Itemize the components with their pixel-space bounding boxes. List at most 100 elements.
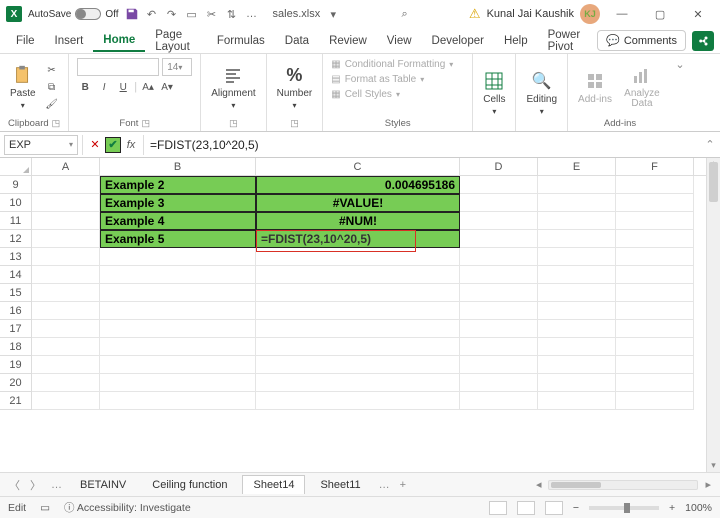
filename-chevron-icon[interactable]: ▾ bbox=[326, 7, 340, 21]
cell-E15[interactable] bbox=[538, 284, 616, 302]
tab-formulas[interactable]: Formulas bbox=[207, 31, 275, 51]
cell-D9[interactable] bbox=[460, 176, 538, 194]
cell-A12[interactable] bbox=[32, 230, 100, 248]
font-launcher-icon[interactable]: ◳ bbox=[141, 118, 150, 129]
cell-A17[interactable] bbox=[32, 320, 100, 338]
cell-B13[interactable] bbox=[100, 248, 256, 266]
zoom-in-button[interactable]: + bbox=[669, 502, 675, 514]
touch-icon[interactable]: ▭ bbox=[185, 7, 199, 21]
row-header-11[interactable]: 11 bbox=[0, 212, 32, 230]
tab-view[interactable]: View bbox=[377, 31, 422, 51]
italic-button[interactable]: I bbox=[96, 80, 112, 94]
cell-B12[interactable]: Example 5 bbox=[100, 230, 256, 248]
share-button[interactable] bbox=[692, 31, 714, 51]
cell-A10[interactable] bbox=[32, 194, 100, 212]
row-header-12[interactable]: 12 bbox=[0, 230, 32, 248]
cell-F20[interactable] bbox=[616, 374, 694, 392]
tab-insert[interactable]: Insert bbox=[45, 31, 94, 51]
cell-F12[interactable] bbox=[616, 230, 694, 248]
save-icon[interactable] bbox=[125, 7, 139, 21]
conditional-formatting-button[interactable]: ▦Conditional Formatting▾ bbox=[331, 58, 453, 71]
sheet-nav-prev[interactable]: 〈 bbox=[6, 477, 23, 493]
font-size-combo[interactable]: 14 ▾ bbox=[162, 58, 192, 76]
comments-button[interactable]: 💬 Comments bbox=[597, 30, 686, 51]
cell-A15[interactable] bbox=[32, 284, 100, 302]
col-header-C[interactable]: C bbox=[256, 158, 460, 175]
cell-F11[interactable] bbox=[616, 212, 694, 230]
cell-A18[interactable] bbox=[32, 338, 100, 356]
cell-B17[interactable] bbox=[100, 320, 256, 338]
row-header-13[interactable]: 13 bbox=[0, 248, 32, 266]
cell-D19[interactable] bbox=[460, 356, 538, 374]
cell-F10[interactable] bbox=[616, 194, 694, 212]
col-header-A[interactable]: A bbox=[32, 158, 100, 175]
alignment-button[interactable]: Alignment ▾ bbox=[209, 62, 257, 112]
underline-button[interactable]: U bbox=[115, 80, 131, 94]
cell-D16[interactable] bbox=[460, 302, 538, 320]
hscroll-thumb[interactable] bbox=[551, 482, 601, 488]
cell-C21[interactable] bbox=[256, 392, 460, 410]
number-launcher-icon[interactable]: ◳ bbox=[290, 118, 299, 129]
tab-file[interactable]: File bbox=[6, 31, 45, 51]
cell-A19[interactable] bbox=[32, 356, 100, 374]
cell-B9[interactable]: Example 2 bbox=[100, 176, 256, 194]
cell-F18[interactable] bbox=[616, 338, 694, 356]
cell-F19[interactable] bbox=[616, 356, 694, 374]
row-header-10[interactable]: 10 bbox=[0, 194, 32, 212]
page-layout-view-button[interactable] bbox=[517, 501, 535, 515]
cell-styles-button[interactable]: ▦Cell Styles▾ bbox=[331, 88, 400, 101]
cell-D17[interactable] bbox=[460, 320, 538, 338]
row-header-20[interactable]: 20 bbox=[0, 374, 32, 392]
cancel-formula-button[interactable]: ✕ bbox=[87, 137, 103, 153]
format-painter-button[interactable]: 🖌 bbox=[44, 97, 60, 111]
col-header-E[interactable]: E bbox=[538, 158, 616, 175]
cell-C19[interactable] bbox=[256, 356, 460, 374]
cell-F21[interactable] bbox=[616, 392, 694, 410]
col-header-B[interactable]: B bbox=[100, 158, 256, 175]
cell-D21[interactable] bbox=[460, 392, 538, 410]
normal-view-button[interactable] bbox=[489, 501, 507, 515]
cell-B16[interactable] bbox=[100, 302, 256, 320]
cell-F14[interactable] bbox=[616, 266, 694, 284]
more-titlebar-icon[interactable]: … bbox=[245, 7, 259, 21]
collapse-ribbon-icon[interactable]: ⌄ bbox=[672, 54, 688, 131]
cell-E12[interactable] bbox=[538, 230, 616, 248]
cell-D11[interactable] bbox=[460, 212, 538, 230]
clipboard-launcher-icon[interactable]: ◳ bbox=[52, 118, 61, 129]
undo-icon[interactable]: ↶ bbox=[145, 7, 159, 21]
cell-B21[interactable] bbox=[100, 392, 256, 410]
fx-icon[interactable]: fx bbox=[123, 137, 139, 153]
scroll-thumb[interactable] bbox=[709, 162, 718, 202]
cell-D15[interactable] bbox=[460, 284, 538, 302]
cell-A21[interactable] bbox=[32, 392, 100, 410]
cell-B15[interactable] bbox=[100, 284, 256, 302]
cell-D20[interactable] bbox=[460, 374, 538, 392]
sort-icon[interactable]: ⇅ bbox=[225, 7, 239, 21]
row-header-14[interactable]: 14 bbox=[0, 266, 32, 284]
cell-E20[interactable] bbox=[538, 374, 616, 392]
cell-E19[interactable] bbox=[538, 356, 616, 374]
bold-button[interactable]: B bbox=[77, 80, 93, 94]
cell-D18[interactable] bbox=[460, 338, 538, 356]
zoom-slider[interactable] bbox=[589, 506, 659, 510]
sheet-more-icon[interactable]: … bbox=[376, 479, 393, 491]
col-header-F[interactable]: F bbox=[616, 158, 694, 175]
cell-E11[interactable] bbox=[538, 212, 616, 230]
cells-button[interactable]: Cells ▾ bbox=[481, 68, 507, 118]
zoom-out-button[interactable]: − bbox=[573, 502, 579, 514]
row-header-18[interactable]: 18 bbox=[0, 338, 32, 356]
cell-C18[interactable] bbox=[256, 338, 460, 356]
cell-E10[interactable] bbox=[538, 194, 616, 212]
cell-B18[interactable] bbox=[100, 338, 256, 356]
col-header-D[interactable]: D bbox=[460, 158, 538, 175]
sheet-tab-sheet14[interactable]: Sheet14 bbox=[242, 475, 305, 494]
font-name-combo[interactable] bbox=[77, 58, 159, 76]
row-header-9[interactable]: 9 bbox=[0, 176, 32, 194]
cell-D12[interactable] bbox=[460, 230, 538, 248]
cell-C17[interactable] bbox=[256, 320, 460, 338]
cell-A14[interactable] bbox=[32, 266, 100, 284]
cut-button[interactable]: ✂ bbox=[44, 63, 60, 77]
cell-B19[interactable] bbox=[100, 356, 256, 374]
vertical-scrollbar[interactable]: ▴ ▾ bbox=[706, 158, 720, 472]
user-account[interactable]: Kunal Jai Kaushik KJ bbox=[487, 4, 600, 24]
